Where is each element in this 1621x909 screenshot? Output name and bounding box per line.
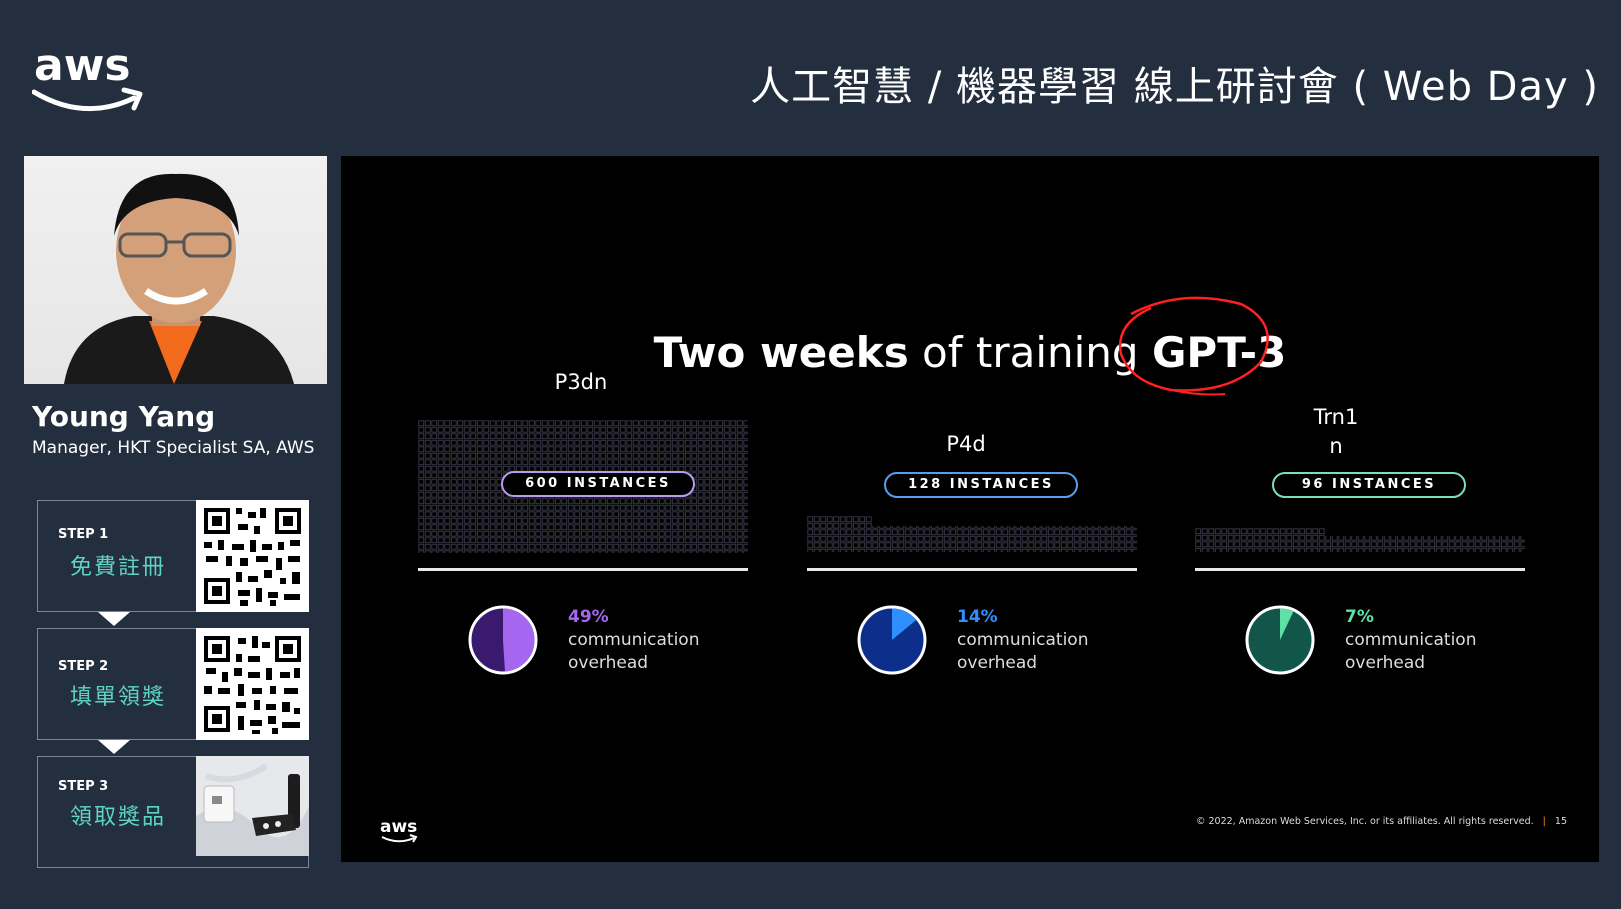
copyright-text: © 2022, Amazon Web Services, Inc. or its… [1195,816,1534,827]
baseline-p3dn [418,568,748,571]
column-p4d-name: P4d [946,432,986,456]
percent-p3dn: 49% [568,607,609,627]
aws-logo: aws [32,40,143,112]
pie-chart-p4d [857,605,927,675]
desc-p3dn-1: communication [568,630,700,650]
speaker-name: Young Yang [32,400,216,433]
desc-p4d-2: overhead [957,653,1038,673]
step-1-text: 免費註冊 [70,555,167,580]
step-2-card[interactable]: STEP 2 填單領獎 [37,628,309,740]
step-2-text: 填單領獎 [70,685,167,710]
instance-grid-trn1n [1195,528,1525,552]
percent-p4d: 14% [957,607,998,627]
column-trn1n-name: Trn1 n [1313,405,1359,458]
step-3-text: 領取獎品 [70,805,167,830]
aws-logo: aws [380,817,418,843]
pie-chart-p3dn [468,605,538,675]
speaker-photo [24,156,327,384]
pie-chart-trn1n [1245,605,1315,675]
desc-trn1n-1: communication [1345,630,1477,650]
red-circle-annotation [1118,296,1269,396]
svg-text:aws: aws [380,817,417,837]
instance-grid-p4d [807,516,1137,552]
instances-pill-trn1n: 96 INSTANCES [1272,472,1466,498]
qr-code-icon[interactable] [196,500,309,612]
step-3-label: STEP 3 [58,779,109,794]
desc-p3dn-2: overhead [568,653,649,673]
step-2-label: STEP 2 [58,659,109,674]
presentation-slide: Two weeks of training GPT-3 P3dn 600 INS… [341,156,1599,862]
column-p3dn-name: P3dn [554,370,608,394]
desc-trn1n-2: overhead [1345,653,1426,673]
step-arrow-icon [98,612,130,626]
page-title: 人工智慧 / 機器學習 線上研討會 ( Web Day ) [750,64,1599,110]
desc-p4d-1: communication [957,630,1089,650]
slide-title-bold-1: Two weeks [653,328,909,377]
instances-pill-p3dn: 600 INSTANCES [501,471,695,497]
page-number: 15 [1554,816,1567,827]
speaker-role: Manager, HKT Specialist SA, AWS [32,438,315,458]
step-3-card[interactable]: STEP 3 領取獎品 [37,756,309,868]
prize-image [196,756,309,856]
baseline-p4d [807,568,1137,571]
percent-trn1n: 7% [1345,607,1374,627]
copyright-footer: © 2022, Amazon Web Services, Inc. or its… [1195,816,1567,827]
svg-text:aws: aws [34,40,131,91]
step-1-label: STEP 1 [58,527,109,542]
instances-pill-p4d: 128 INSTANCES [884,472,1078,498]
qr-code-icon[interactable] [196,628,309,740]
baseline-trn1n [1195,568,1525,571]
step-arrow-icon [98,740,130,754]
step-1-card[interactable]: STEP 1 免費註冊 [37,500,309,612]
